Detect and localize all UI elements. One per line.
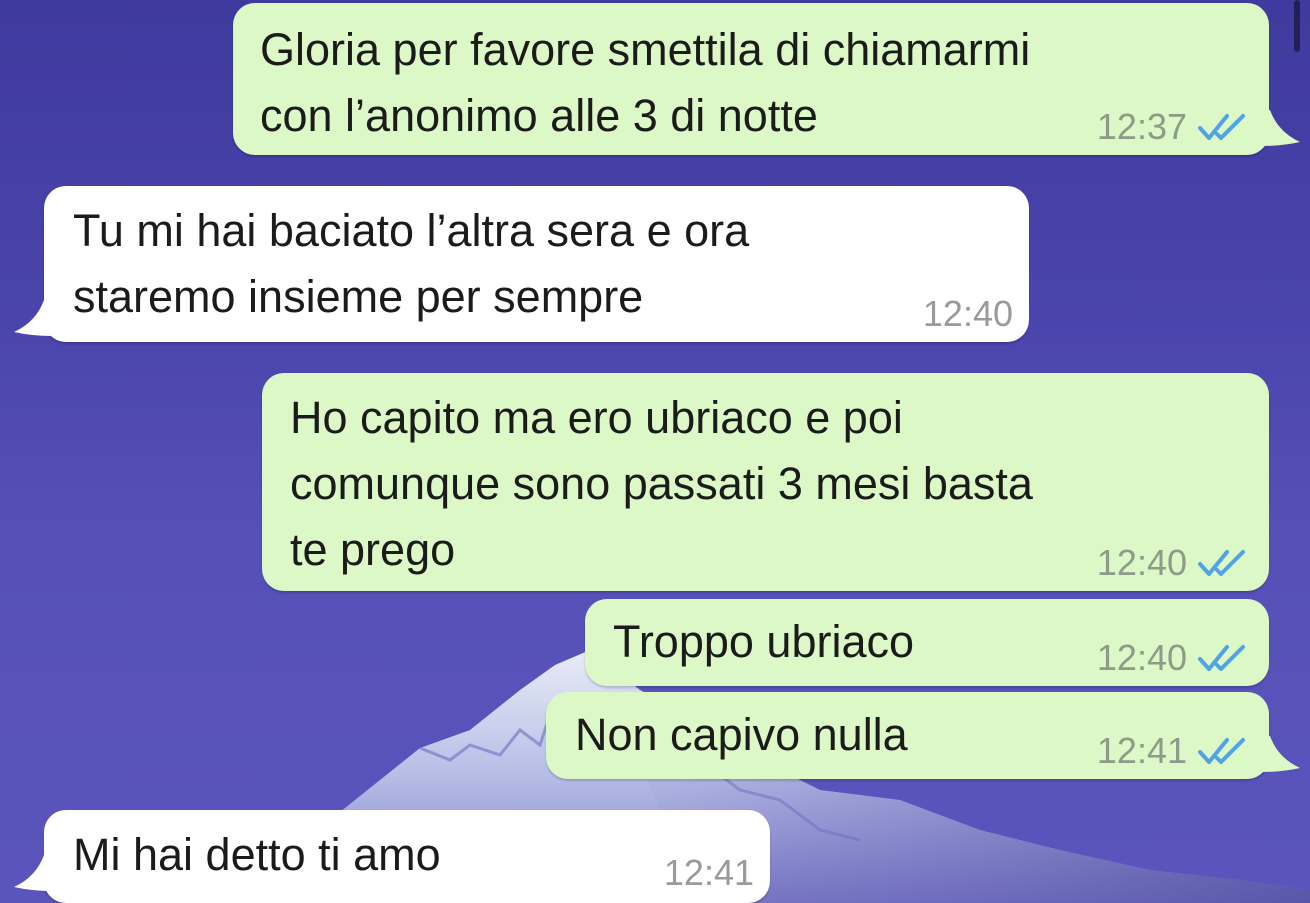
message-text-line: Ho capito ma ero ubriaco e poi	[290, 392, 903, 443]
message-time: 12:40	[922, 293, 1013, 334]
message-bubble-outgoing[interactable]: Ho capito ma ero ubriaco e poi comunque …	[262, 373, 1269, 591]
message-meta: 12:40	[1097, 543, 1251, 583]
message-meta: 12:37	[1097, 107, 1251, 147]
bubble-tail-outgoing	[1262, 110, 1300, 146]
message-text-line: te prego	[290, 524, 456, 575]
message-time: 12:40	[1096, 637, 1187, 678]
message-bubble-incoming[interactable]: Mi hai detto ti amo 12:41	[44, 810, 770, 903]
message-bubble-outgoing[interactable]: Non capivo nulla 12:41	[546, 692, 1269, 779]
bubble-tail-incoming	[14, 300, 52, 336]
message-meta: 12:41	[664, 853, 754, 893]
message-time: 12:41	[1096, 730, 1187, 771]
message-text-line: staremo insieme per sempre	[73, 271, 644, 322]
bubble-tail-incoming	[14, 855, 52, 891]
message-meta: 12:40	[923, 294, 1013, 334]
message-text-line: con l’anonimo alle 3 di notte	[260, 90, 818, 141]
read-double-check-icon	[1197, 548, 1251, 578]
read-double-check-icon	[1197, 736, 1251, 766]
read-double-check-icon	[1197, 112, 1251, 142]
message-bubble-outgoing[interactable]: Troppo ubriaco 12:40	[585, 599, 1269, 686]
read-double-check-icon	[1197, 643, 1251, 673]
message-time: 12:37	[1096, 106, 1187, 147]
message-text-line: Non capivo nulla	[575, 709, 908, 760]
message-text-line: comunque sono passati 3 mesi basta	[290, 458, 1033, 509]
message-text-line: Gloria per favore smettila di chiamarmi	[260, 24, 1031, 75]
message-time: 12:41	[663, 852, 754, 893]
message-time: 12:40	[1096, 542, 1187, 583]
message-text-line: Troppo ubriaco	[613, 616, 915, 667]
message-meta: 12:40	[1097, 638, 1251, 678]
message-bubble-outgoing[interactable]: Gloria per favore smettila di chiamarmi …	[233, 3, 1269, 155]
bubble-tail-outgoing	[1262, 736, 1300, 772]
message-bubble-incoming[interactable]: Tu mi hai baciato l’altra sera e ora sta…	[44, 186, 1029, 342]
message-text-line: Mi hai detto ti amo	[73, 829, 441, 880]
message-meta: 12:41	[1097, 731, 1251, 771]
scrollbar[interactable]	[1294, 0, 1300, 52]
message-text-line: Tu mi hai baciato l’altra sera e ora	[73, 205, 750, 256]
